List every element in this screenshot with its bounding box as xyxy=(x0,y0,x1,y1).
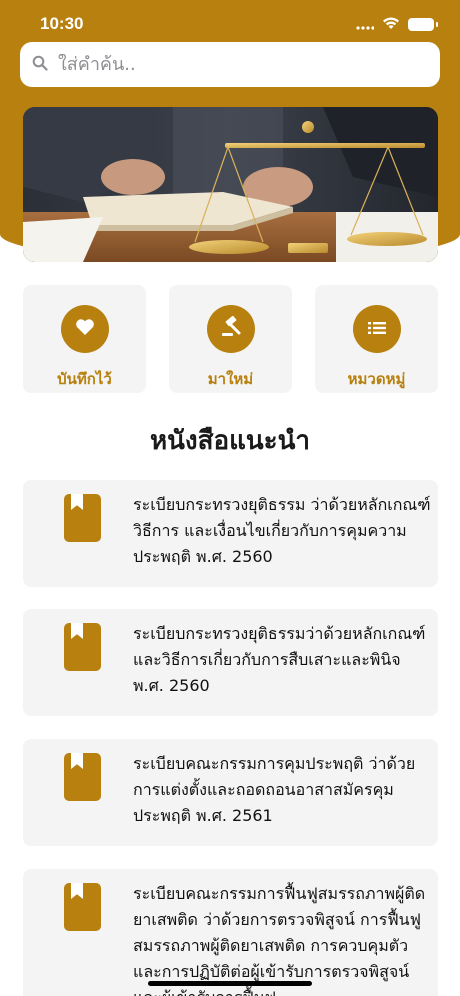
new-label: มาใหม่ xyxy=(207,370,254,388)
status-icons xyxy=(356,15,438,34)
categories-button[interactable]: หมวดหมู่ xyxy=(315,285,438,393)
book-card[interactable]: ระเบียบกระทรวงยุติธรรมว่าด้วยหลักเกณฑ์แล… xyxy=(23,609,438,716)
new-arrivals-button[interactable]: มาใหม่ xyxy=(169,285,292,393)
book-icon xyxy=(64,753,101,801)
status-bar: 10:30 xyxy=(0,0,460,48)
bookmark-icon xyxy=(71,494,83,510)
book-icon xyxy=(64,883,101,931)
book-card[interactable]: ระเบียบกระทรวงยุติธรรม ว่าด้วยหลักเกณฑ์ … xyxy=(23,480,438,587)
gavel-icon xyxy=(219,315,243,342)
categories-icon-circle xyxy=(352,305,401,353)
book-title: ระเบียบกระทรวงยุติธรรมว่าด้วยหลักเกณฑ์แล… xyxy=(133,624,426,695)
banner-image xyxy=(23,107,438,262)
recommended-books-title: หนังสือแนะนำ xyxy=(150,426,310,456)
book-title: ระเบียบคณะกรรมการฟื้นฟูสมรรถภาพผู้ติดยาเ… xyxy=(133,884,426,996)
new-icon-circle xyxy=(206,305,255,353)
saved-button[interactable]: บันทึกไว้ xyxy=(23,285,146,393)
battery-icon xyxy=(408,17,438,31)
book-title: ระเบียบคณะกรรมการคุมประพฤติ ว่าด้วยการแต… xyxy=(133,754,416,825)
bookmark-icon xyxy=(71,753,83,769)
book-title: ระเบียบกระทรวงยุติธรรม ว่าด้วยหลักเกณฑ์ … xyxy=(133,495,431,566)
book-card[interactable]: ระเบียบคณะกรรมการฟื้นฟูสมรรถภาพผู้ติดยาเ… xyxy=(23,869,438,996)
signal-icon xyxy=(356,15,375,34)
search-bar[interactable] xyxy=(20,42,440,87)
book-icon xyxy=(64,494,101,542)
wifi-icon xyxy=(382,15,400,34)
saved-icon-circle xyxy=(60,305,109,353)
bookmark-icon xyxy=(71,883,83,899)
status-time: 10:30 xyxy=(40,14,84,33)
list-icon xyxy=(367,320,386,339)
saved-label: บันทึกไว้ xyxy=(57,370,112,388)
home-indicator xyxy=(148,981,312,986)
bookmark-icon xyxy=(71,623,83,639)
search-icon xyxy=(32,55,48,75)
book-card[interactable]: ระเบียบคณะกรรมการคุมประพฤติ ว่าด้วยการแต… xyxy=(23,739,438,846)
search-input[interactable] xyxy=(58,54,418,75)
heart-icon xyxy=(75,318,95,340)
categories-label: หมวดหมู่ xyxy=(347,370,406,388)
book-icon xyxy=(64,623,101,671)
